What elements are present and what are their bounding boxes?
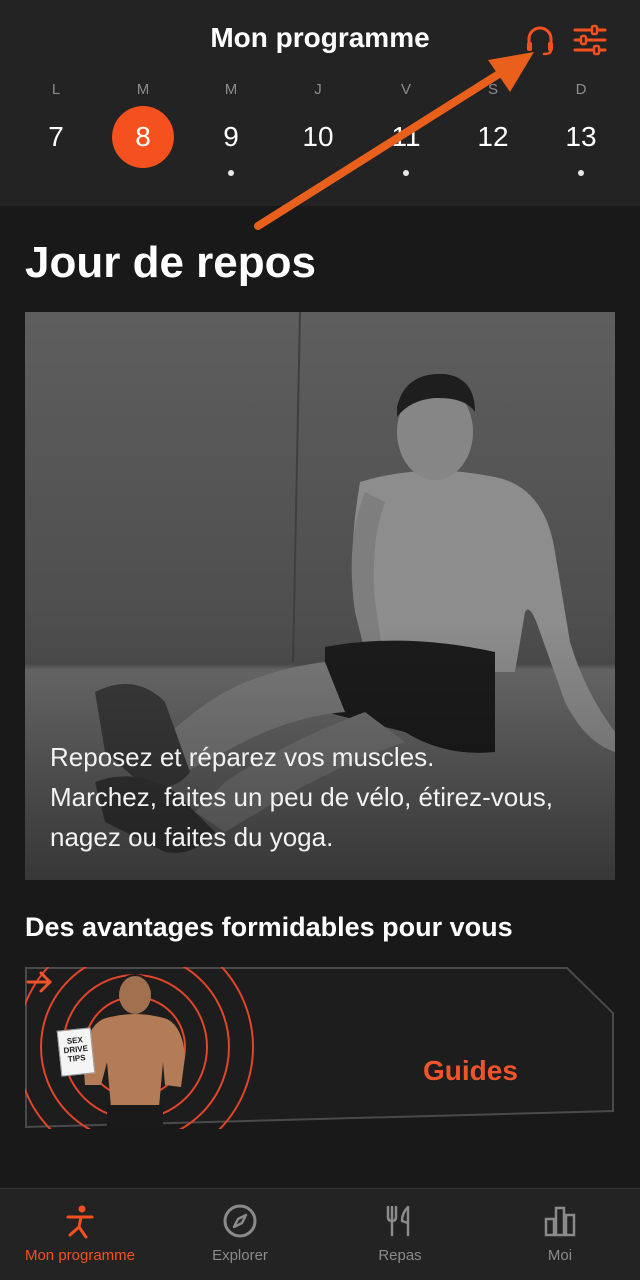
tab-repas[interactable]: Repas — [320, 1189, 480, 1280]
tab-moi[interactable]: Moi — [480, 1189, 640, 1280]
bar-chart-icon — [544, 1206, 576, 1237]
sliders-icon — [573, 24, 607, 56]
day-number: 7 — [48, 121, 64, 152]
day-friday[interactable]: V 11 — [366, 80, 446, 190]
book-cover: SEX DRIVE TIPS — [56, 1027, 96, 1077]
day-dot — [403, 170, 409, 176]
bottom-tab-bar: Mon programme Explorer Repas Moi — [0, 1188, 640, 1280]
rest-day-card[interactable]: Reposez et réparez vos muscles. Marchez,… — [25, 312, 615, 880]
week-calendar: L 7 M 8 M 9 J 10 V 11 S 12 D 13 — [0, 80, 640, 190]
filters-button[interactable] — [570, 20, 610, 60]
arrow-right-icon — [26, 971, 52, 993]
day-letter: S — [487, 81, 498, 98]
day-dot — [578, 170, 584, 176]
day-wednesday[interactable]: M 9 — [191, 80, 271, 190]
fork-knife-icon — [386, 1205, 410, 1237]
day-tuesday[interactable]: M 8 — [103, 80, 183, 190]
guides-card-frame — [25, 967, 614, 1129]
benefits-title: Des avantages formidables pour vous — [25, 912, 513, 942]
tab-mon-programme[interactable]: Mon programme — [0, 1189, 160, 1280]
day-monday[interactable]: L 7 — [16, 80, 96, 190]
day-number: 13 — [565, 121, 597, 152]
tab-label: Mon programme — [24, 1247, 136, 1264]
day-letter: J — [314, 81, 322, 98]
day-sunday[interactable]: D 13 — [541, 80, 621, 190]
person-exercise-icon — [66, 1205, 94, 1239]
day-letter: D — [575, 81, 587, 98]
rest-day-description: Reposez et réparez vos muscles. Marchez,… — [50, 742, 553, 852]
day-number: 11 — [391, 121, 421, 152]
day-number: 9 — [223, 121, 239, 152]
day-number: 12 — [477, 121, 509, 152]
day-letter: V — [400, 81, 411, 98]
tab-label: Moi — [547, 1247, 573, 1264]
day-letter: L — [51, 81, 61, 98]
headset-icon — [527, 26, 553, 56]
day-number-selected: 8 — [112, 106, 174, 168]
top-bar: Mon programme L 7 M 8 M 9 J 10 V 11 S 12… — [0, 0, 640, 206]
tab-label: Explorer — [212, 1247, 268, 1264]
day-letter: M — [136, 81, 150, 98]
rest-day-title: Jour de repos — [25, 238, 316, 287]
day-number: 10 — [302, 121, 334, 152]
day-saturday[interactable]: S 12 — [453, 80, 533, 190]
day-letter: M — [224, 81, 238, 98]
tab-explorer[interactable]: Explorer — [160, 1189, 320, 1280]
compass-icon — [223, 1204, 257, 1238]
day-thursday[interactable]: J 10 — [278, 80, 358, 190]
guides-card[interactable]: SEX DRIVE TIPS Guides — [25, 967, 615, 1129]
support-button[interactable] — [520, 20, 560, 60]
guides-label: Guides — [423, 1055, 518, 1086]
day-dot — [228, 170, 234, 176]
tab-label: Repas — [378, 1247, 422, 1264]
